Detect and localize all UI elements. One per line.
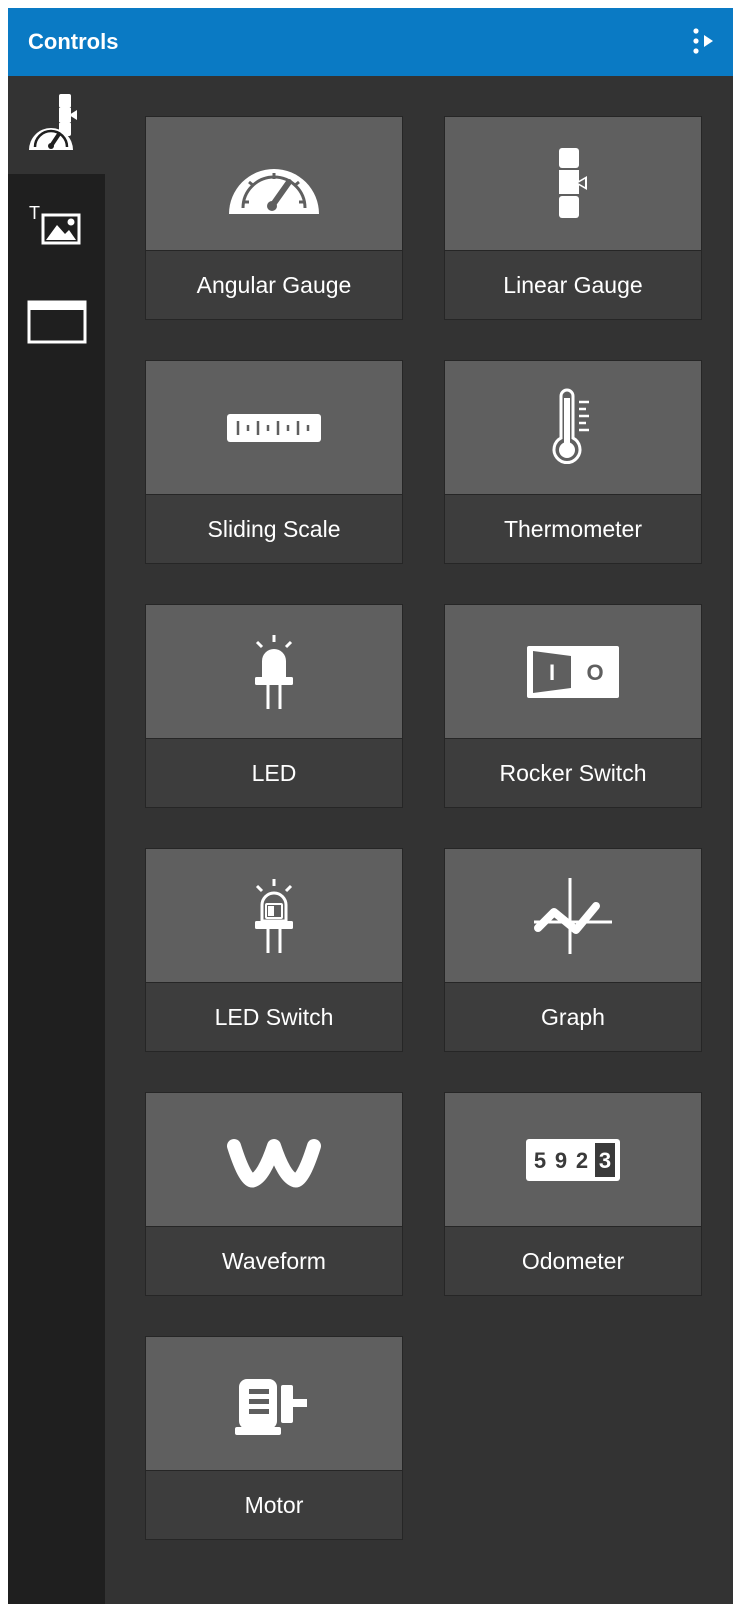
tile-icon-area	[444, 360, 702, 495]
control-tile-led[interactable]: LED	[145, 604, 403, 808]
panel-menu-button[interactable]	[689, 26, 723, 58]
odometer-digit: 5	[534, 1148, 546, 1173]
sidebar-item-controls[interactable]	[8, 76, 105, 174]
sidebar-item-window[interactable]	[8, 272, 105, 370]
tile-label: LED	[145, 738, 403, 808]
rocker-on-glyph: I	[549, 660, 555, 685]
tile-icon-area	[145, 1336, 403, 1471]
control-tile-sliding-scale[interactable]: Sliding Scale	[145, 360, 403, 564]
odometer-digit: 9	[555, 1148, 567, 1173]
odometer-digit: 2	[576, 1148, 588, 1173]
tile-label: LED Switch	[145, 982, 403, 1052]
linear-gauge-icon	[559, 147, 587, 218]
control-tile-led-switch[interactable]: LED Switch	[145, 848, 403, 1052]
panel-header: Controls	[8, 8, 733, 76]
control-tile-graph[interactable]: Graph	[444, 848, 702, 1052]
panel-title: Controls	[28, 29, 119, 54]
tile-label: Sliding Scale	[145, 494, 403, 564]
svg-text:T: T	[29, 203, 40, 223]
rocker-off-glyph: O	[586, 660, 603, 685]
angular-gauge-icon	[229, 168, 319, 214]
control-tile-waveform[interactable]: Waveform	[145, 1092, 403, 1296]
waveform-icon	[227, 1138, 321, 1187]
control-tile-rocker-switch[interactable]: I O Rocker Switch	[444, 604, 702, 808]
tile-icon-area: 5 9 2 3	[444, 1092, 702, 1227]
odometer-digit: 3	[599, 1148, 611, 1173]
tile-label: Motor	[145, 1470, 403, 1540]
tile-icon-area	[145, 848, 403, 983]
tile-label: Rocker Switch	[444, 738, 702, 808]
more-vertical-arrow-icon	[693, 28, 713, 54]
category-sidebar: T	[8, 76, 105, 1604]
motor-icon	[235, 1378, 307, 1435]
odometer-icon: 5 9 2 3	[526, 1138, 620, 1181]
control-tile-motor[interactable]: Motor	[145, 1336, 403, 1540]
control-tile-linear-gauge[interactable]: Linear Gauge	[444, 116, 702, 320]
led-switch-icon	[255, 878, 293, 953]
gauge-slider-icon	[28, 94, 77, 150]
tile-icon-area	[145, 1092, 403, 1227]
tile-icon-area	[145, 360, 403, 495]
tile-icon-area	[444, 116, 702, 251]
tile-label: Linear Gauge	[444, 250, 702, 320]
graph-icon	[534, 877, 612, 954]
tile-label: Thermometer	[444, 494, 702, 564]
window-icon	[27, 300, 86, 344]
tile-label: Odometer	[444, 1226, 702, 1296]
sliding-scale-icon	[227, 413, 321, 442]
tile-icon-area	[145, 604, 403, 739]
tile-icon-area	[145, 116, 403, 251]
rocker-switch-icon: I O	[527, 645, 619, 698]
controls-panel: Controls T Angular Gauge Linear Gauge Sl…	[8, 8, 733, 1604]
tile-icon-area: I O	[444, 604, 702, 739]
control-tile-odometer[interactable]: 5 9 2 3 Odometer	[444, 1092, 702, 1296]
tile-icon-area	[444, 848, 702, 983]
led-icon	[255, 634, 293, 709]
text-image-icon: T	[29, 203, 80, 245]
tile-label: Angular Gauge	[145, 250, 403, 320]
thermometer-icon	[552, 388, 589, 464]
tile-label: Graph	[444, 982, 702, 1052]
tile-label: Waveform	[145, 1226, 403, 1296]
control-tile-angular-gauge[interactable]: Angular Gauge	[145, 116, 403, 320]
control-tile-thermometer[interactable]: Thermometer	[444, 360, 702, 564]
sidebar-item-text-image[interactable]: T	[8, 174, 105, 272]
